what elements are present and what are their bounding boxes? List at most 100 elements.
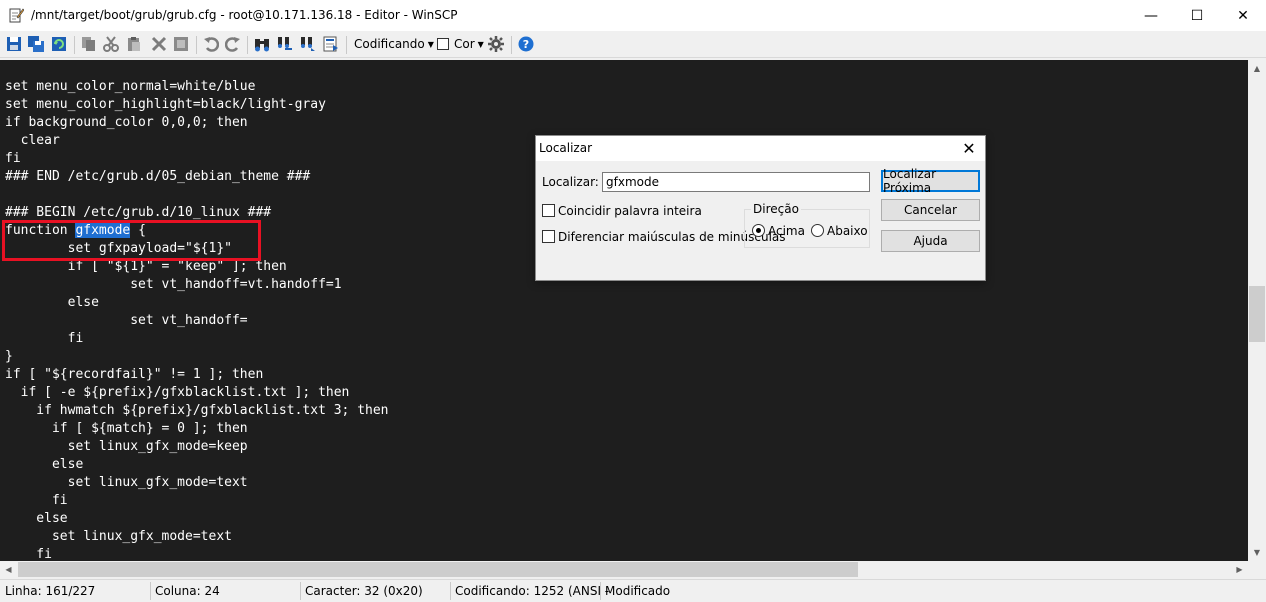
help-button[interactable]: Ajuda — [881, 230, 980, 252]
whole-word-checkbox[interactable] — [542, 204, 555, 217]
minimize-button[interactable]: — — [1128, 0, 1174, 31]
code-line: if [ "${recordfail}" != 1 ]; then — [5, 367, 264, 382]
minimize-icon: — — [1144, 7, 1158, 24]
horizontal-scrollbar[interactable]: ◀ ▶ — [0, 561, 1248, 578]
vertical-scrollbar[interactable]: ▲ ▼ — [1248, 60, 1266, 561]
replace-icon[interactable] — [277, 36, 293, 52]
scroll-right-icon[interactable]: ▶ — [1231, 561, 1248, 578]
status-line: Linha: 161/227 — [5, 584, 96, 598]
code-line: fi — [5, 331, 84, 346]
toolbar-separator — [74, 36, 75, 54]
radio-selected-dot — [756, 228, 761, 233]
toolbar-separator — [346, 36, 347, 54]
close-icon: ✕ — [962, 139, 976, 158]
code-line: fi — [5, 151, 21, 166]
code-line: else — [5, 511, 68, 526]
code-line: if hwmatch ${prefix}/gfxblacklist.txt 3;… — [5, 403, 389, 418]
code-line: clear — [5, 133, 60, 148]
select-all-icon[interactable] — [173, 36, 189, 52]
find-input[interactable] — [602, 172, 870, 192]
code-line: } — [5, 349, 13, 364]
redo-icon[interactable] — [225, 36, 241, 52]
status-separator — [450, 582, 451, 600]
save-icon[interactable] — [6, 36, 22, 52]
encoding-label: Codificando — [354, 37, 425, 51]
encoding-dropdown[interactable]: Codificando ▼ — [354, 37, 434, 51]
find-next-button[interactable]: Localizar Próxima — [881, 167, 980, 195]
goto-line-icon[interactable] — [323, 36, 339, 52]
maximize-icon: ☐ — [1190, 7, 1204, 24]
undo-icon[interactable] — [203, 36, 219, 52]
status-separator — [150, 582, 151, 600]
code-line: set menu_color_normal=white/blue — [5, 79, 256, 94]
status-bar: Linha: 161/227 Coluna: 24 Caracter: 32 (… — [0, 579, 1266, 602]
svg-text:?: ? — [523, 38, 529, 51]
direction-label: Direção — [751, 202, 801, 216]
code-line: fi — [5, 547, 52, 561]
code-line: set menu_color_highlight=black/light-gra… — [5, 97, 326, 112]
vertical-scroll-thumb[interactable] — [1249, 286, 1265, 342]
window-title: /mnt/target/boot/grub/grub.cfg - root@10… — [31, 8, 458, 22]
code-line: if [ -e ${prefix}/gfxblacklist.txt ]; th… — [5, 385, 350, 400]
cut-icon[interactable] — [103, 36, 119, 52]
color-checkbox[interactable] — [437, 38, 449, 50]
direction-up-radio[interactable] — [752, 224, 765, 237]
delete-icon[interactable] — [151, 36, 167, 52]
title-bar: /mnt/target/boot/grub/grub.cfg - root@10… — [0, 0, 1266, 31]
paste-icon[interactable] — [126, 36, 142, 52]
match-case-checkbox[interactable] — [542, 230, 555, 243]
scrollbar-corner — [1248, 561, 1266, 578]
find-next-icon[interactable] — [300, 36, 316, 52]
scroll-down-icon[interactable]: ▼ — [1248, 544, 1266, 561]
code-line: set linux_gfx_mode=keep — [5, 439, 248, 454]
code-line: else — [5, 295, 99, 310]
status-separator — [300, 582, 301, 600]
close-window-button[interactable]: ✕ — [1220, 0, 1266, 31]
dialog-title: Localizar — [539, 141, 593, 155]
dialog-close-button[interactable]: ✕ — [954, 136, 984, 161]
status-column: Coluna: 24 — [155, 584, 220, 598]
scroll-left-icon[interactable]: ◀ — [0, 561, 17, 578]
settings-gear-icon[interactable] — [488, 36, 504, 52]
status-separator — [600, 582, 601, 600]
toolbar-separator — [247, 36, 248, 54]
direction-down-radio[interactable] — [811, 224, 824, 237]
dialog-title-bar: Localizar ✕ — [536, 136, 985, 161]
whole-word-label: Coincidir palavra inteira — [558, 204, 702, 218]
reload-icon[interactable] — [51, 36, 67, 52]
cancel-button[interactable]: Cancelar — [881, 199, 980, 221]
code-line: fi — [5, 493, 68, 508]
scroll-up-icon[interactable]: ▲ — [1248, 60, 1266, 77]
code-line: set vt_handoff= — [5, 313, 248, 328]
toolbar-separator — [196, 36, 197, 54]
horizontal-scroll-thumb[interactable] — [18, 562, 858, 577]
toolbar-separator — [511, 36, 512, 54]
direction-up-label: Acima — [768, 224, 805, 238]
chevron-down-icon: ▼ — [477, 40, 484, 49]
status-character: Caracter: 32 (0x20) — [305, 584, 423, 598]
code-line: set vt_handoff=vt.handoff=1 — [5, 277, 342, 292]
code-line: ### END /etc/grub.d/05_debian_theme ### — [5, 169, 311, 184]
copy-icon[interactable] — [81, 36, 97, 52]
code-line: set linux_gfx_mode=text — [5, 529, 232, 544]
color-label: Cor — [454, 37, 475, 51]
direction-down-label: Abaixo — [827, 224, 868, 238]
save-all-icon[interactable] — [28, 36, 44, 52]
chevron-down-icon: ▼ — [427, 40, 434, 49]
maximize-button[interactable]: ☐ — [1174, 0, 1220, 31]
code-line: set linux_gfx_mode=text — [5, 475, 248, 490]
find-icon[interactable] — [254, 36, 270, 52]
code-line: if background_color 0,0,0; then — [5, 115, 248, 130]
toolbar: Codificando ▼ Cor ▼ ? — [0, 31, 1266, 58]
status-encoding: Codificando: 1252 (ANSI - — [455, 584, 610, 598]
red-annotation-box — [2, 220, 261, 261]
code-line: if [ ${match} = 0 ]; then — [5, 421, 248, 436]
find-label: Localizar: — [542, 175, 599, 189]
help-icon[interactable]: ? — [518, 36, 534, 52]
color-dropdown[interactable]: Cor ▼ — [454, 37, 484, 51]
find-dialog: Localizar ✕ Localizar: Coincidir palavra… — [535, 135, 986, 281]
close-icon: ✕ — [1237, 7, 1249, 24]
status-modified: Modificado — [605, 584, 671, 598]
editor-notepad-icon — [9, 8, 24, 23]
winscp-editor-window: /mnt/target/boot/grub/grub.cfg - root@10… — [0, 0, 1266, 602]
